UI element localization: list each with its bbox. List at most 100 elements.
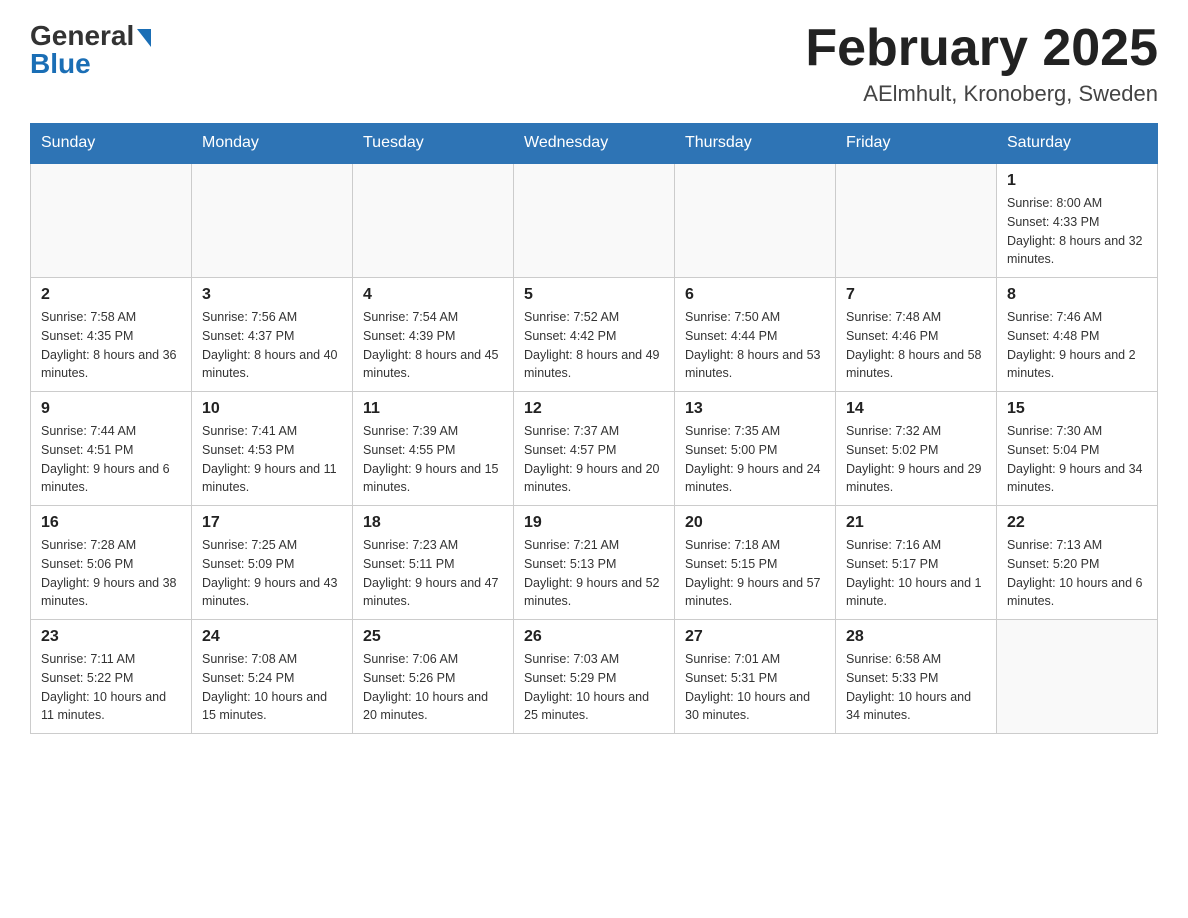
day-number: 8	[1007, 286, 1147, 304]
day-number: 6	[685, 286, 825, 304]
calendar-cell	[836, 163, 997, 278]
weekday-header-tuesday: Tuesday	[353, 124, 514, 164]
calendar-cell: 9 Sunrise: 7:44 AMSunset: 4:51 PMDaylight…	[31, 392, 192, 506]
calendar-cell: 18 Sunrise: 7:23 AMSunset: 5:11 PMDayligh…	[353, 506, 514, 620]
day-number: 10	[202, 400, 342, 418]
day-number: 13	[685, 400, 825, 418]
day-info: Sunrise: 7:56 AMSunset: 4:37 PMDaylight:…	[202, 308, 342, 383]
day-info: Sunrise: 7:52 AMSunset: 4:42 PMDaylight:…	[524, 308, 664, 383]
logo: General Blue	[30, 20, 151, 80]
day-info: Sunrise: 7:58 AMSunset: 4:35 PMDaylight:…	[41, 308, 181, 383]
weekday-header-friday: Friday	[836, 124, 997, 164]
day-info: Sunrise: 7:48 AMSunset: 4:46 PMDaylight:…	[846, 308, 986, 383]
calendar-cell	[192, 163, 353, 278]
day-info: Sunrise: 7:32 AMSunset: 5:02 PMDaylight:…	[846, 422, 986, 497]
day-info: Sunrise: 7:13 AMSunset: 5:20 PMDaylight:…	[1007, 536, 1147, 611]
calendar-cell	[514, 163, 675, 278]
calendar-cell: 15 Sunrise: 7:30 AMSunset: 5:04 PMDayligh…	[997, 392, 1158, 506]
calendar-cell: 21Sunrise: 7:16 AMSunset: 5:17 PMDayligh…	[836, 506, 997, 620]
calendar-cell: 5 Sunrise: 7:52 AMSunset: 4:42 PMDaylight…	[514, 278, 675, 392]
day-info: Sunrise: 7:54 AMSunset: 4:39 PMDaylight:…	[363, 308, 503, 383]
day-number: 25	[363, 628, 503, 646]
calendar-week-row: 2Sunrise: 7:58 AMSunset: 4:35 PMDaylight…	[31, 278, 1158, 392]
calendar-cell: 13 Sunrise: 7:35 AMSunset: 5:00 PMDayligh…	[675, 392, 836, 506]
weekday-header-sunday: Sunday	[31, 124, 192, 164]
day-info: Sunrise: 7:18 AMSunset: 5:15 PMDaylight:…	[685, 536, 825, 611]
calendar-cell: 16 Sunrise: 7:28 AMSunset: 5:06 PMDayligh…	[31, 506, 192, 620]
calendar-cell: 3 Sunrise: 7:56 AMSunset: 4:37 PMDaylight…	[192, 278, 353, 392]
calendar-cell: 7 Sunrise: 7:48 AMSunset: 4:46 PMDaylight…	[836, 278, 997, 392]
calendar-cell: 20Sunrise: 7:18 AMSunset: 5:15 PMDayligh…	[675, 506, 836, 620]
day-info: Sunrise: 7:44 AMSunset: 4:51 PMDaylight:…	[41, 422, 181, 497]
logo-arrow-icon	[137, 29, 151, 47]
day-info: Sunrise: 7:35 AMSunset: 5:00 PMDaylight:…	[685, 422, 825, 497]
calendar-cell: 17 Sunrise: 7:25 AMSunset: 5:09 PMDayligh…	[192, 506, 353, 620]
day-number: 16	[41, 514, 181, 532]
day-info: Sunrise: 7:28 AMSunset: 5:06 PMDaylight:…	[41, 536, 181, 611]
day-info: Sunrise: 7:01 AMSunset: 5:31 PMDaylight:…	[685, 650, 825, 725]
day-number: 24	[202, 628, 342, 646]
day-number: 27	[685, 628, 825, 646]
day-info: Sunrise: 7:30 AMSunset: 5:04 PMDaylight:…	[1007, 422, 1147, 497]
day-number: 3	[202, 286, 342, 304]
day-number: 1	[1007, 172, 1147, 190]
day-info: Sunrise: 7:37 AMSunset: 4:57 PMDaylight:…	[524, 422, 664, 497]
day-number: 14	[846, 400, 986, 418]
calendar-cell	[675, 163, 836, 278]
calendar-cell: 11Sunrise: 7:39 AMSunset: 4:55 PMDayligh…	[353, 392, 514, 506]
calendar-week-row: 9 Sunrise: 7:44 AMSunset: 4:51 PMDaylight…	[31, 392, 1158, 506]
day-info: Sunrise: 7:08 AMSunset: 5:24 PMDaylight:…	[202, 650, 342, 725]
location-title: AElmhult, Kronoberg, Sweden	[805, 81, 1158, 107]
calendar-cell: 25 Sunrise: 7:06 AMSunset: 5:26 PMDayligh…	[353, 620, 514, 734]
calendar-table: SundayMondayTuesdayWednesdayThursdayFrid…	[30, 123, 1158, 734]
calendar-cell: 27 Sunrise: 7:01 AMSunset: 5:31 PMDayligh…	[675, 620, 836, 734]
day-number: 7	[846, 286, 986, 304]
day-info: Sunrise: 7:23 AMSunset: 5:11 PMDaylight:…	[363, 536, 503, 611]
day-info: Sunrise: 7:46 AMSunset: 4:48 PMDaylight:…	[1007, 308, 1147, 383]
page-header: General Blue February 2025 AElmhult, Kro…	[30, 20, 1158, 107]
title-section: February 2025 AElmhult, Kronoberg, Swede…	[805, 20, 1158, 107]
day-info: Sunrise: 7:16 AMSunset: 5:17 PMDaylight:…	[846, 536, 986, 611]
logo-blue-text: Blue	[30, 48, 91, 80]
day-number: 19	[524, 514, 664, 532]
calendar-cell: 23Sunrise: 7:11 AMSunset: 5:22 PMDayligh…	[31, 620, 192, 734]
day-number: 12	[524, 400, 664, 418]
day-number: 23	[41, 628, 181, 646]
calendar-cell: 14 Sunrise: 7:32 AMSunset: 5:02 PMDayligh…	[836, 392, 997, 506]
calendar-cell: 2Sunrise: 7:58 AMSunset: 4:35 PMDaylight…	[31, 278, 192, 392]
calendar-cell: 22 Sunrise: 7:13 AMSunset: 5:20 PMDayligh…	[997, 506, 1158, 620]
day-number: 4	[363, 286, 503, 304]
day-info: Sunrise: 7:21 AMSunset: 5:13 PMDaylight:…	[524, 536, 664, 611]
calendar-week-row: 23Sunrise: 7:11 AMSunset: 5:22 PMDayligh…	[31, 620, 1158, 734]
calendar-cell: 28Sunrise: 6:58 AMSunset: 5:33 PMDayligh…	[836, 620, 997, 734]
calendar-week-row: 16 Sunrise: 7:28 AMSunset: 5:06 PMDayligh…	[31, 506, 1158, 620]
calendar-cell: 24 Sunrise: 7:08 AMSunset: 5:24 PMDayligh…	[192, 620, 353, 734]
calendar-cell: 26 Sunrise: 7:03 AMSunset: 5:29 PMDayligh…	[514, 620, 675, 734]
day-info: Sunrise: 6:58 AMSunset: 5:33 PMDaylight:…	[846, 650, 986, 725]
day-number: 26	[524, 628, 664, 646]
calendar-cell	[353, 163, 514, 278]
day-info: Sunrise: 7:25 AMSunset: 5:09 PMDaylight:…	[202, 536, 342, 611]
day-number: 5	[524, 286, 664, 304]
day-info: Sunrise: 7:03 AMSunset: 5:29 PMDaylight:…	[524, 650, 664, 725]
weekday-header-monday: Monday	[192, 124, 353, 164]
day-number: 17	[202, 514, 342, 532]
calendar-cell: 6 Sunrise: 7:50 AMSunset: 4:44 PMDaylight…	[675, 278, 836, 392]
calendar-cell: 8 Sunrise: 7:46 AMSunset: 4:48 PMDaylight…	[997, 278, 1158, 392]
month-year-title: February 2025	[805, 20, 1158, 77]
calendar-cell: 12 Sunrise: 7:37 AMSunset: 4:57 PMDayligh…	[514, 392, 675, 506]
day-info: Sunrise: 7:41 AMSunset: 4:53 PMDaylight:…	[202, 422, 342, 497]
weekday-header-thursday: Thursday	[675, 124, 836, 164]
calendar-week-row: 1Sunrise: 8:00 AMSunset: 4:33 PMDaylight…	[31, 163, 1158, 278]
day-info: Sunrise: 7:06 AMSunset: 5:26 PMDaylight:…	[363, 650, 503, 725]
calendar-cell: 19 Sunrise: 7:21 AMSunset: 5:13 PMDayligh…	[514, 506, 675, 620]
calendar-cell	[31, 163, 192, 278]
day-info: Sunrise: 7:50 AMSunset: 4:44 PMDaylight:…	[685, 308, 825, 383]
day-number: 22	[1007, 514, 1147, 532]
weekday-header-wednesday: Wednesday	[514, 124, 675, 164]
calendar-cell: 1Sunrise: 8:00 AMSunset: 4:33 PMDaylight…	[997, 163, 1158, 278]
day-number: 18	[363, 514, 503, 532]
day-number: 15	[1007, 400, 1147, 418]
day-number: 11	[363, 400, 503, 418]
day-number: 9	[41, 400, 181, 418]
